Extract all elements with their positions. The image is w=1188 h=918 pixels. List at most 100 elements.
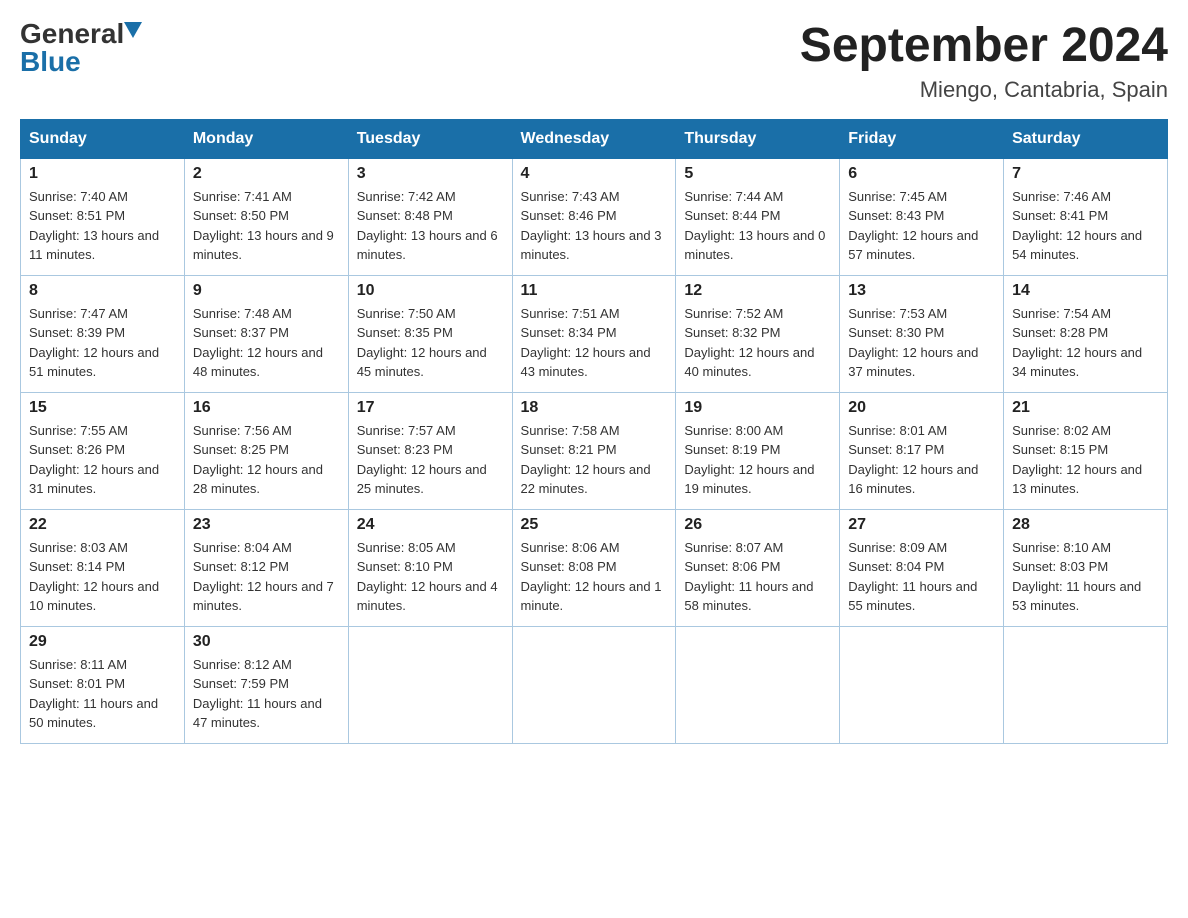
day-info: Sunrise: 7:53 AM Sunset: 8:30 PM Dayligh… <box>848 304 995 382</box>
day-number: 1 <box>29 165 176 183</box>
day-info: Sunrise: 7:47 AM Sunset: 8:39 PM Dayligh… <box>29 304 176 382</box>
calendar-header-saturday: Saturday <box>1004 119 1168 158</box>
calendar-week-row: 8 Sunrise: 7:47 AM Sunset: 8:39 PM Dayli… <box>21 275 1168 392</box>
day-number: 16 <box>193 399 340 417</box>
calendar-cell: 19 Sunrise: 8:00 AM Sunset: 8:19 PM Dayl… <box>676 392 840 509</box>
logo-general: General <box>20 20 124 48</box>
page-header: General Blue September 2024 Miengo, Cant… <box>20 20 1168 103</box>
calendar-cell: 8 Sunrise: 7:47 AM Sunset: 8:39 PM Dayli… <box>21 275 185 392</box>
day-number: 12 <box>684 282 831 300</box>
calendar-cell: 25 Sunrise: 8:06 AM Sunset: 8:08 PM Dayl… <box>512 509 676 626</box>
calendar-header-friday: Friday <box>840 119 1004 158</box>
calendar-cell: 15 Sunrise: 7:55 AM Sunset: 8:26 PM Dayl… <box>21 392 185 509</box>
day-number: 6 <box>848 165 995 183</box>
calendar-cell <box>1004 626 1168 743</box>
logo: General Blue <box>20 20 142 76</box>
day-number: 10 <box>357 282 504 300</box>
day-number: 9 <box>193 282 340 300</box>
calendar-cell: 6 Sunrise: 7:45 AM Sunset: 8:43 PM Dayli… <box>840 158 1004 275</box>
day-number: 19 <box>684 399 831 417</box>
day-info: Sunrise: 7:45 AM Sunset: 8:43 PM Dayligh… <box>848 187 995 265</box>
calendar-week-row: 15 Sunrise: 7:55 AM Sunset: 8:26 PM Dayl… <box>21 392 1168 509</box>
day-number: 7 <box>1012 165 1159 183</box>
calendar-header-wednesday: Wednesday <box>512 119 676 158</box>
day-number: 28 <box>1012 516 1159 534</box>
day-info: Sunrise: 8:02 AM Sunset: 8:15 PM Dayligh… <box>1012 421 1159 499</box>
day-number: 13 <box>848 282 995 300</box>
day-info: Sunrise: 7:44 AM Sunset: 8:44 PM Dayligh… <box>684 187 831 265</box>
day-info: Sunrise: 8:00 AM Sunset: 8:19 PM Dayligh… <box>684 421 831 499</box>
day-number: 3 <box>357 165 504 183</box>
day-info: Sunrise: 7:41 AM Sunset: 8:50 PM Dayligh… <box>193 187 340 265</box>
day-number: 2 <box>193 165 340 183</box>
calendar-cell: 12 Sunrise: 7:52 AM Sunset: 8:32 PM Dayl… <box>676 275 840 392</box>
day-info: Sunrise: 8:11 AM Sunset: 8:01 PM Dayligh… <box>29 655 176 733</box>
day-info: Sunrise: 8:03 AM Sunset: 8:14 PM Dayligh… <box>29 538 176 616</box>
day-number: 4 <box>521 165 668 183</box>
day-info: Sunrise: 8:10 AM Sunset: 8:03 PM Dayligh… <box>1012 538 1159 616</box>
calendar-week-row: 22 Sunrise: 8:03 AM Sunset: 8:14 PM Dayl… <box>21 509 1168 626</box>
day-info: Sunrise: 8:07 AM Sunset: 8:06 PM Dayligh… <box>684 538 831 616</box>
calendar-cell: 23 Sunrise: 8:04 AM Sunset: 8:12 PM Dayl… <box>184 509 348 626</box>
day-info: Sunrise: 8:12 AM Sunset: 7:59 PM Dayligh… <box>193 655 340 733</box>
calendar-cell: 7 Sunrise: 7:46 AM Sunset: 8:41 PM Dayli… <box>1004 158 1168 275</box>
calendar-cell: 30 Sunrise: 8:12 AM Sunset: 7:59 PM Dayl… <box>184 626 348 743</box>
day-info: Sunrise: 7:55 AM Sunset: 8:26 PM Dayligh… <box>29 421 176 499</box>
calendar-cell <box>512 626 676 743</box>
day-number: 24 <box>357 516 504 534</box>
calendar-cell: 18 Sunrise: 7:58 AM Sunset: 8:21 PM Dayl… <box>512 392 676 509</box>
day-number: 25 <box>521 516 668 534</box>
day-number: 5 <box>684 165 831 183</box>
day-info: Sunrise: 7:58 AM Sunset: 8:21 PM Dayligh… <box>521 421 668 499</box>
calendar-cell: 9 Sunrise: 7:48 AM Sunset: 8:37 PM Dayli… <box>184 275 348 392</box>
calendar-cell: 11 Sunrise: 7:51 AM Sunset: 8:34 PM Dayl… <box>512 275 676 392</box>
calendar-header-sunday: Sunday <box>21 119 185 158</box>
calendar-table: SundayMondayTuesdayWednesdayThursdayFrid… <box>20 119 1168 744</box>
day-info: Sunrise: 7:46 AM Sunset: 8:41 PM Dayligh… <box>1012 187 1159 265</box>
day-info: Sunrise: 7:48 AM Sunset: 8:37 PM Dayligh… <box>193 304 340 382</box>
calendar-week-row: 29 Sunrise: 8:11 AM Sunset: 8:01 PM Dayl… <box>21 626 1168 743</box>
logo-triangle-icon <box>124 22 142 43</box>
calendar-cell: 26 Sunrise: 8:07 AM Sunset: 8:06 PM Dayl… <box>676 509 840 626</box>
day-info: Sunrise: 8:06 AM Sunset: 8:08 PM Dayligh… <box>521 538 668 616</box>
day-number: 8 <box>29 282 176 300</box>
day-number: 17 <box>357 399 504 417</box>
calendar-cell: 10 Sunrise: 7:50 AM Sunset: 8:35 PM Dayl… <box>348 275 512 392</box>
calendar-cell: 4 Sunrise: 7:43 AM Sunset: 8:46 PM Dayli… <box>512 158 676 275</box>
day-info: Sunrise: 7:57 AM Sunset: 8:23 PM Dayligh… <box>357 421 504 499</box>
day-info: Sunrise: 8:09 AM Sunset: 8:04 PM Dayligh… <box>848 538 995 616</box>
day-number: 20 <box>848 399 995 417</box>
day-info: Sunrise: 7:56 AM Sunset: 8:25 PM Dayligh… <box>193 421 340 499</box>
calendar-cell: 24 Sunrise: 8:05 AM Sunset: 8:10 PM Dayl… <box>348 509 512 626</box>
calendar-cell: 2 Sunrise: 7:41 AM Sunset: 8:50 PM Dayli… <box>184 158 348 275</box>
calendar-cell <box>348 626 512 743</box>
day-number: 30 <box>193 633 340 651</box>
calendar-cell <box>840 626 1004 743</box>
calendar-cell: 5 Sunrise: 7:44 AM Sunset: 8:44 PM Dayli… <box>676 158 840 275</box>
day-number: 29 <box>29 633 176 651</box>
day-info: Sunrise: 8:05 AM Sunset: 8:10 PM Dayligh… <box>357 538 504 616</box>
day-number: 14 <box>1012 282 1159 300</box>
calendar-cell: 16 Sunrise: 7:56 AM Sunset: 8:25 PM Dayl… <box>184 392 348 509</box>
calendar-cell: 14 Sunrise: 7:54 AM Sunset: 8:28 PM Dayl… <box>1004 275 1168 392</box>
calendar-header-thursday: Thursday <box>676 119 840 158</box>
calendar-cell <box>676 626 840 743</box>
day-number: 27 <box>848 516 995 534</box>
calendar-cell: 17 Sunrise: 7:57 AM Sunset: 8:23 PM Dayl… <box>348 392 512 509</box>
calendar-cell: 29 Sunrise: 8:11 AM Sunset: 8:01 PM Dayl… <box>21 626 185 743</box>
calendar-cell: 28 Sunrise: 8:10 AM Sunset: 8:03 PM Dayl… <box>1004 509 1168 626</box>
calendar-cell: 13 Sunrise: 7:53 AM Sunset: 8:30 PM Dayl… <box>840 275 1004 392</box>
day-info: Sunrise: 7:50 AM Sunset: 8:35 PM Dayligh… <box>357 304 504 382</box>
day-number: 11 <box>521 282 668 300</box>
calendar-cell: 3 Sunrise: 7:42 AM Sunset: 8:48 PM Dayli… <box>348 158 512 275</box>
calendar-cell: 20 Sunrise: 8:01 AM Sunset: 8:17 PM Dayl… <box>840 392 1004 509</box>
day-number: 18 <box>521 399 668 417</box>
day-info: Sunrise: 8:01 AM Sunset: 8:17 PM Dayligh… <box>848 421 995 499</box>
calendar-header-row: SundayMondayTuesdayWednesdayThursdayFrid… <box>21 119 1168 158</box>
day-info: Sunrise: 7:52 AM Sunset: 8:32 PM Dayligh… <box>684 304 831 382</box>
title-area: September 2024 Miengo, Cantabria, Spain <box>800 20 1168 103</box>
calendar-header-monday: Monday <box>184 119 348 158</box>
calendar-week-row: 1 Sunrise: 7:40 AM Sunset: 8:51 PM Dayli… <box>21 158 1168 275</box>
day-number: 21 <box>1012 399 1159 417</box>
day-info: Sunrise: 7:51 AM Sunset: 8:34 PM Dayligh… <box>521 304 668 382</box>
